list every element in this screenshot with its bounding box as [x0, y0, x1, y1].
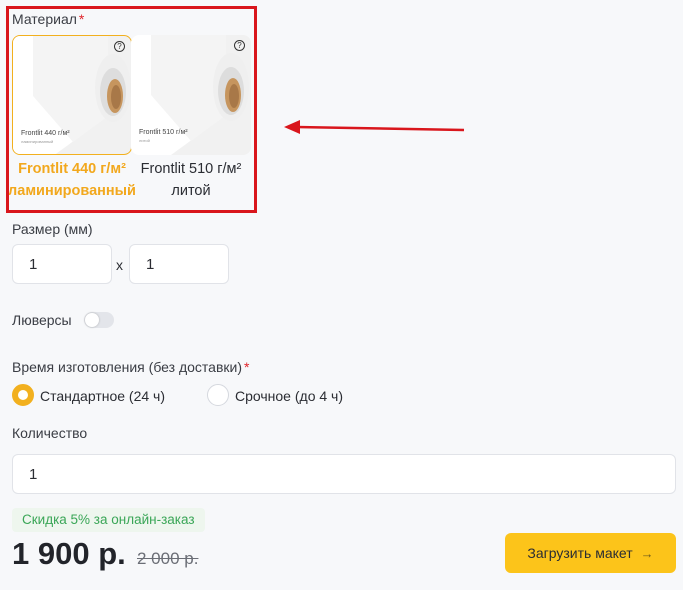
size-width-input[interactable]: [12, 244, 112, 284]
toggle-knob: [85, 313, 99, 327]
required-mark: *: [244, 359, 250, 375]
radio-urgent-label[interactable]: Срочное (до 4 ч): [235, 388, 343, 404]
quantity-input[interactable]: [12, 454, 676, 494]
grommets-label: Люверсы: [12, 312, 72, 328]
radio-standard-label[interactable]: Стандартное (24 ч): [40, 388, 165, 404]
radio-standard[interactable]: [12, 384, 34, 406]
radio-urgent[interactable]: [207, 384, 229, 406]
size-separator: x: [116, 257, 123, 273]
production-time-label: Время изготовления (без доставки) *: [12, 359, 250, 375]
old-price: 2 000 р.: [137, 549, 199, 568]
annotation-highlight-box: [6, 6, 257, 213]
upload-button-label: Загрузить макет: [527, 545, 633, 561]
quantity-label: Количество: [12, 425, 88, 441]
upload-layout-button[interactable]: Загрузить макет →: [505, 533, 676, 573]
size-label: Размер (мм): [12, 221, 93, 237]
price: 1 900 р.: [12, 536, 126, 571]
size-height-input[interactable]: [129, 244, 229, 284]
annotation-arrow-icon: [284, 120, 465, 134]
discount-badge: Скидка 5% за онлайн-заказ: [12, 508, 205, 532]
arrow-right-icon: →: [640, 545, 654, 561]
grommets-toggle[interactable]: [84, 312, 114, 328]
